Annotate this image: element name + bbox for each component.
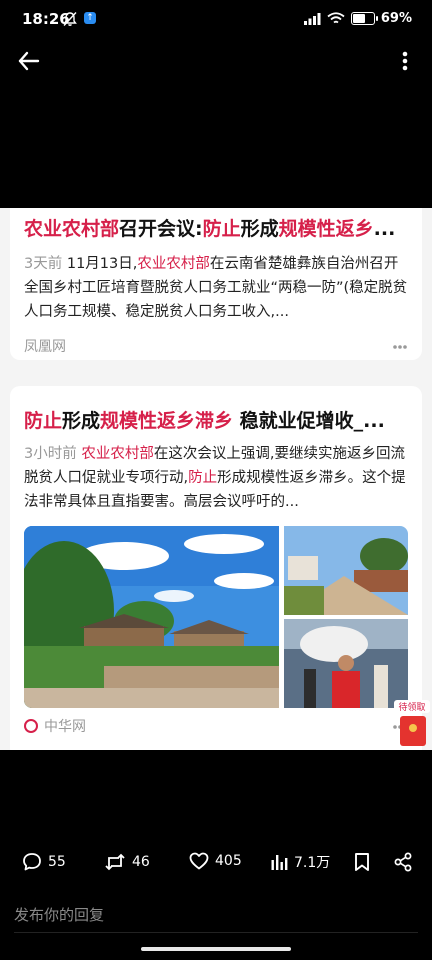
more-horizontal-icon[interactable] — [392, 344, 408, 350]
village-road-photo[interactable] — [284, 526, 408, 615]
views-button[interactable]: 7.1万 — [270, 852, 330, 872]
news-snippet: 3天前 11月13日,农业农村部在云南省楚雄彝族自治州召开全国乡村工匠培育暨脱贫… — [24, 256, 408, 320]
repost-count: 46 — [132, 854, 150, 870]
bookmark-button[interactable] — [354, 852, 370, 872]
battery-percent: 69% — [380, 11, 412, 26]
share-button[interactable] — [394, 852, 412, 872]
news-card[interactable]: 防止形成规模性返乡滞乡 稳就业促增收_... 3小时前 农业农村部在这次会议上强… — [10, 386, 422, 750]
embedded-search-screenshot: 农业农村部召开会议:防止形成规模性返乡... 3天前 11月13日,农业农村部在… — [0, 208, 432, 750]
news-title[interactable]: 防止形成规模性返乡滞乡 稳就业促增收_... — [24, 406, 408, 433]
heart-icon — [189, 852, 209, 870]
news-title[interactable]: 农业农村部召开会议:防止形成规模性返乡... — [24, 214, 408, 241]
news-time: 3天前 — [24, 256, 63, 272]
red-packet-icon — [400, 716, 426, 746]
home-indicator[interactable] — [141, 947, 291, 951]
signal-icon — [303, 12, 321, 25]
news-snippet: 3小时前 农业农村部在这次会议上强调,要继续实施返乡回流脱贫人口促就业专项行动,… — [24, 446, 406, 510]
village-photo[interactable] — [24, 526, 279, 708]
post-action-bar: 55 46 405 7.1万 — [0, 846, 432, 882]
status-indicators: 69% — [303, 11, 412, 26]
news-time: 3小时前 — [24, 446, 77, 462]
news-source: 凤凰网 — [24, 339, 66, 355]
news-source: 中华网 — [24, 716, 86, 736]
repost-button[interactable]: 46 — [104, 852, 150, 872]
like-count: 405 — [215, 853, 242, 869]
repost-icon — [105, 853, 125, 871]
red-packet-label: 待领取 — [394, 700, 430, 713]
source-logo-icon — [24, 719, 38, 733]
bell-muted-icon — [63, 12, 77, 26]
more-vertical-icon[interactable] — [398, 48, 412, 74]
bookmark-icon — [355, 853, 369, 871]
divider — [14, 932, 418, 933]
comment-button[interactable]: 55 — [22, 852, 66, 872]
comment-count: 55 — [48, 854, 66, 870]
bar-chart-icon — [271, 855, 288, 870]
top-bar — [0, 40, 432, 82]
reply-input[interactable]: 发布你的回复 — [14, 904, 104, 925]
share-icon — [394, 852, 412, 872]
app-notification-icon: ↑ — [84, 12, 96, 24]
battery-icon — [350, 12, 378, 25]
migrant-worker-photo[interactable] — [284, 619, 408, 708]
view-count: 7.1万 — [294, 855, 331, 871]
like-button[interactable]: 405 — [189, 852, 242, 870]
status-bar: 18:26 ↑ 69% — [0, 0, 432, 38]
comment-icon — [23, 853, 41, 871]
news-card[interactable]: 农业农村部召开会议:防止形成规模性返乡... 3天前 11月13日,农业农村部在… — [10, 208, 422, 360]
back-arrow-icon[interactable] — [16, 48, 44, 74]
wifi-icon — [327, 12, 345, 24]
red-packet-widget[interactable]: 待领取 — [394, 700, 430, 748]
